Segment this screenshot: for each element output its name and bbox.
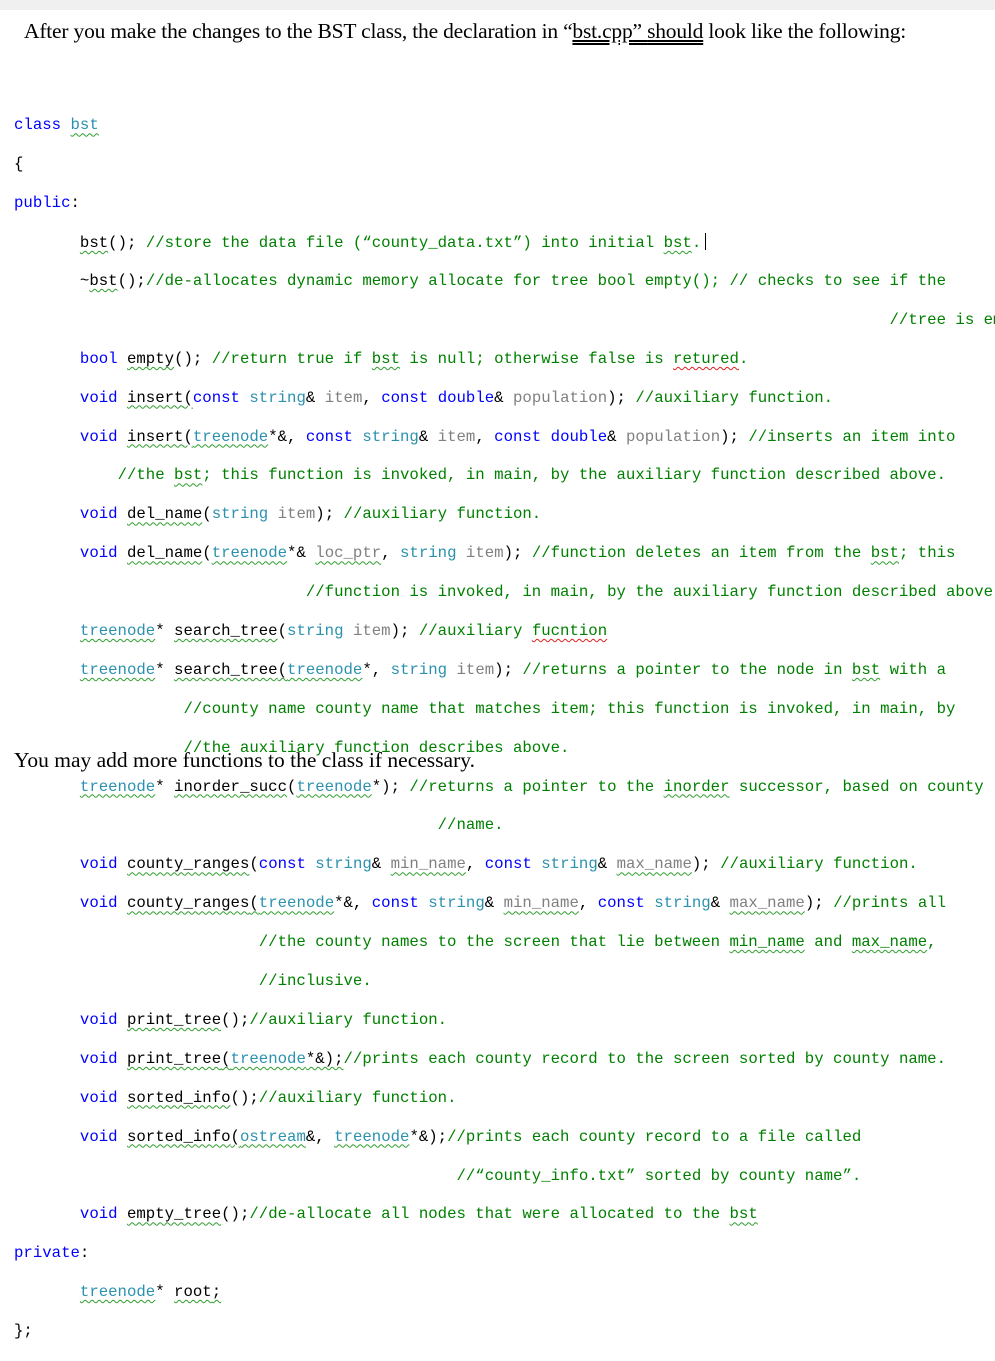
closing-paragraph: You may add more functions to the class … <box>14 748 475 772</box>
code-line-27: void sorted_info(ostream&, treenode*&);/… <box>79 1127 862 1146</box>
code-line-11: void del_name(string item); //auxiliary … <box>79 505 542 524</box>
code-line-1: class bst <box>14 116 99 135</box>
code-line-2: { <box>14 155 24 174</box>
intro-quote: ” <box>632 19 648 43</box>
code-line-20: void county_ranges(const string& min_nam… <box>79 855 918 874</box>
code-line-19: //name. <box>437 816 504 835</box>
code-line-28: //“county_info.txt” sorted by county nam… <box>456 1166 862 1185</box>
code-line-31: treenode* root; <box>79 1283 222 1302</box>
code-line-13: //function is invoked, in main, by the a… <box>305 583 995 602</box>
code-line-24: void print_tree();//auxiliary function. <box>79 1010 448 1029</box>
text-cursor <box>705 233 707 251</box>
code-line-21: void county_ranges(treenode*&, const str… <box>79 894 947 913</box>
intro-text: After you make the changes to the BST cl… <box>24 19 573 43</box>
code-line-3: public: <box>14 194 80 213</box>
code-line-4: bst(); //store the data file (“county_da… <box>14 233 984 252</box>
code-line-22: //the county names to the screen that li… <box>258 933 937 952</box>
code-line-12: void del_name(treenode*& loc_ptr, string… <box>79 544 956 563</box>
code-line-26: void sorted_info();//auxiliary function. <box>79 1088 457 1107</box>
should-word: should <box>647 19 704 43</box>
code-line-30: private: <box>14 1244 90 1263</box>
code-line-10: //the bst; this function is invoked, in … <box>117 466 947 485</box>
intro-paragraph: After you make the changes to the BST cl… <box>24 18 964 44</box>
code-line-29: void empty_tree();//de-allocate all node… <box>79 1205 758 1224</box>
code-line-5: ~bst();//de-allocates dynamic memory all… <box>14 272 947 291</box>
code-line-15: treenode* search_tree(treenode*, string … <box>79 660 947 679</box>
code-line-6: //tree is empty. <box>14 310 995 329</box>
code-line-25: void print_tree(treenode*&);//prints eac… <box>79 1049 947 1068</box>
code-line-32: }; <box>14 1322 33 1341</box>
code-line-8: void insert(const string& item, const do… <box>79 388 834 407</box>
window-top-strip <box>0 0 995 10</box>
code-block[interactable]: class bst { public: bst(); //store the d… <box>14 97 995 1361</box>
filename-link: bst.cpp <box>572 19 633 43</box>
code-line-18: treenode* inorder_succ(treenode*); //ret… <box>79 777 984 796</box>
code-line-9: void insert(treenode*&, const string& it… <box>79 427 956 446</box>
code-line-23: //inclusive. <box>258 972 372 991</box>
code-line-7: bool empty(); //return true if bst is nu… <box>79 349 749 368</box>
code-line-14: treenode* search_tree(string item); //au… <box>79 622 608 641</box>
intro-text-end: look like the following: <box>703 19 907 43</box>
code-line-16: //county name county name that matches i… <box>183 699 956 718</box>
